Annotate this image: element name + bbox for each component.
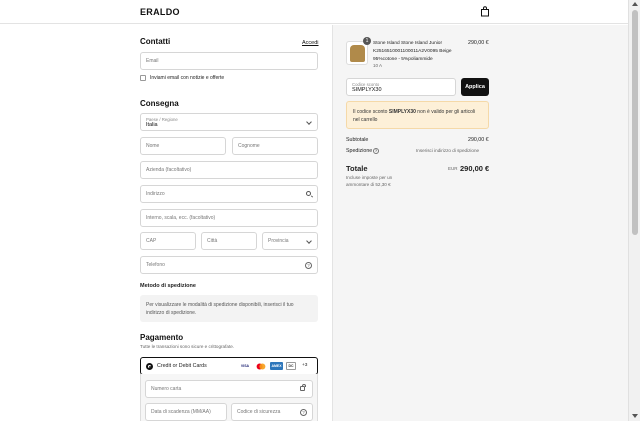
card-number-placeholder: Numero carta xyxy=(151,386,182,392)
help-icon[interactable]: ? xyxy=(305,261,312,269)
shipping-title: Consegna xyxy=(140,99,179,108)
subtotal-label: Subtotale xyxy=(346,137,369,143)
phone-placeholder: Telefono xyxy=(146,262,165,268)
phone-field[interactable]: Telefono? xyxy=(140,256,318,274)
zip-placeholder: CAP xyxy=(146,238,157,244)
payment-subtitle: Tutte le transazioni sono sicure e critt… xyxy=(140,344,235,349)
page-scrollbar[interactable] xyxy=(628,0,640,421)
expiry-field[interactable]: Data di scadenza (MM/AA) xyxy=(145,403,227,421)
province-select[interactable]: Provincia xyxy=(262,232,318,250)
scroll-down-icon[interactable] xyxy=(632,414,638,418)
company-placeholder: Azienda (facoltativo) xyxy=(146,167,192,173)
product-price: 290,00 € xyxy=(468,40,489,46)
radio-selected-icon[interactable] xyxy=(146,363,153,370)
diners-club-icon: DC xyxy=(286,362,296,370)
sweater-thumbnail xyxy=(350,45,365,62)
country-select[interactable]: Paese / Regione Italia xyxy=(140,113,318,131)
total-label: Totale xyxy=(346,164,368,173)
newsletter-checkbox[interactable] xyxy=(140,75,146,81)
top-bar: ERALDO xyxy=(0,0,628,24)
login-link[interactable]: Accedi xyxy=(302,40,319,46)
payment-method-card[interactable]: Credit or Debit Cards VISA AMEX DC +3 xyxy=(140,357,318,375)
info-icon[interactable]: ? xyxy=(373,148,379,154)
payment-title: Pagamento xyxy=(140,333,184,342)
cvv-field[interactable]: Codice di sicurezza? xyxy=(231,403,313,421)
lock-icon xyxy=(300,384,306,391)
tax-note: Incluse imposte per un ammontare di 52,3… xyxy=(346,175,393,187)
expiry-placeholder: Data di scadenza (MM/AA) xyxy=(151,409,211,415)
province-placeholder: Provincia xyxy=(268,238,289,244)
total-currency: EUR xyxy=(448,166,458,171)
apartment-placeholder: Interno, scala, ecc. (facoltativo) xyxy=(146,215,216,221)
email-field[interactable]: Email xyxy=(140,52,318,70)
shipping-method-title: Metodo di spedizione xyxy=(140,283,196,289)
more-brands-badge: +3 xyxy=(302,363,308,368)
discount-value: SIMPLYX30 xyxy=(352,86,382,93)
product-variant: 10 A xyxy=(373,63,383,68)
country-value: Italia xyxy=(146,121,158,128)
cvv-placeholder: Codice di sicurezza xyxy=(237,409,281,415)
visa-icon: VISA xyxy=(240,364,250,368)
address-field[interactable]: Indirizzo xyxy=(140,185,318,203)
shipping-value: Inserisci indirizzo di spedizione xyxy=(416,148,480,153)
chevron-down-icon xyxy=(306,238,312,244)
chevron-down-icon xyxy=(306,119,312,125)
scrollbar-thumb[interactable] xyxy=(632,10,638,235)
total-value: 290,00 € xyxy=(460,164,490,173)
card-number-field[interactable]: Numero carta xyxy=(145,380,313,398)
amex-icon: AMEX xyxy=(270,362,283,370)
product-name: Stone Island Stone Island Junior K251651… xyxy=(373,41,452,62)
shipping-label: Spedizione xyxy=(346,148,373,154)
payment-method-label: Credit or Debit Cards xyxy=(157,363,207,369)
shipping-method-message: Per visualizzare le modalità di spedizio… xyxy=(140,295,318,322)
discount-code-field[interactable]: Codice sconto SIMPLYX30 xyxy=(346,78,456,96)
city-field[interactable]: Città xyxy=(201,232,257,250)
last-name-placeholder: Cognome xyxy=(238,143,260,149)
subtotal-value: 290,00 € xyxy=(468,137,489,143)
zip-field[interactable]: CAP xyxy=(140,232,196,250)
newsletter-label: Inviami email con notizie e offerte xyxy=(150,75,225,81)
quantity-badge: 1 xyxy=(363,37,371,45)
first-name-placeholder: Nome xyxy=(146,143,160,149)
contact-title: Contatti xyxy=(140,37,171,46)
apply-discount-button[interactable]: Applica xyxy=(461,78,489,96)
scroll-up-icon[interactable] xyxy=(632,2,638,6)
discount-error-alert: Il codice sconto SIMPLYX30 non è valido … xyxy=(346,101,489,129)
email-placeholder: Email xyxy=(146,58,159,64)
store-logo[interactable]: ERALDO xyxy=(140,7,180,17)
city-placeholder: Città xyxy=(207,238,218,244)
apartment-field[interactable]: Interno, scala, ecc. (facoltativo) xyxy=(140,209,318,227)
last-name-field[interactable]: Cognome xyxy=(232,137,318,155)
mastercard-icon xyxy=(255,362,267,370)
first-name-field[interactable]: Nome xyxy=(140,137,226,155)
address-placeholder: Indirizzo xyxy=(146,191,165,197)
shopping-bag-icon[interactable] xyxy=(480,6,490,17)
help-icon[interactable]: ? xyxy=(300,408,307,416)
company-field[interactable]: Azienda (facoltativo) xyxy=(140,161,318,179)
search-icon xyxy=(306,191,311,196)
